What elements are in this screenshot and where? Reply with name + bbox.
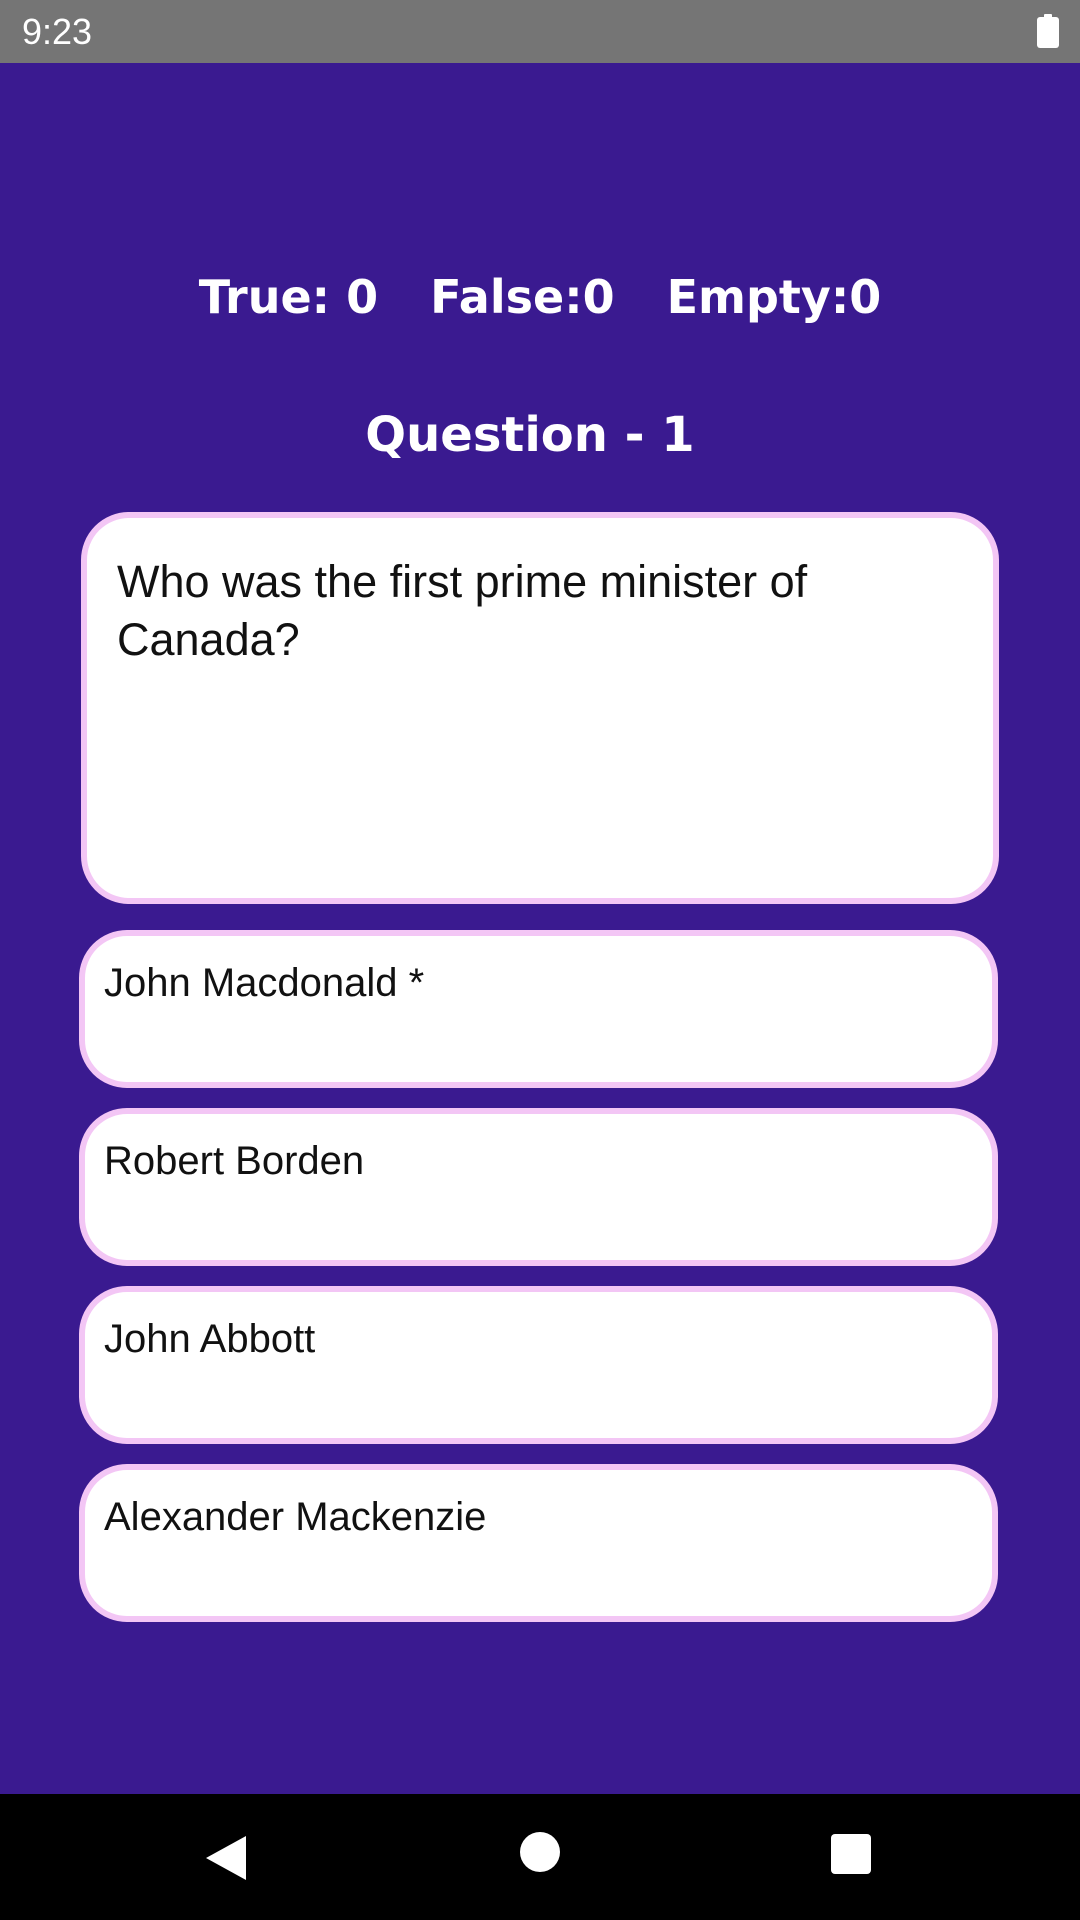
home-circle-icon[interactable] [520,1832,560,1872]
question-text: Who was the first prime minister of Cana… [117,556,808,665]
answer-option-label: John Macdonald * [104,961,425,1005]
quiz-screen: 9:23 True: 0 False:0 Empty:0 Question - 1 … [0,0,1080,1920]
answer-option-label: Robert Borden [104,1139,365,1183]
question-card: Who was the first prime minister of Cana… [81,512,999,904]
status-time: 9:23 [22,11,93,52]
question-number: Question - 1 [365,407,695,463]
answer-option-label: Alexander Mackenzie [104,1495,487,1539]
false-count: False:0 [430,270,615,324]
status-bar: 9:23 [0,0,1080,63]
empty-count: Empty:0 [666,270,882,324]
answer-option-4[interactable]: Alexander Mackenzie [79,1464,998,1622]
answer-option-3[interactable]: John Abbott [79,1286,998,1444]
answer-option-1[interactable]: John Macdonald * [79,930,998,1088]
answer-option-label: John Abbott [104,1317,316,1361]
recents-square-icon[interactable] [831,1834,871,1874]
back-triangle-icon[interactable] [204,1834,250,1882]
true-count: True: 0 [198,270,379,324]
answer-option-2[interactable]: Robert Borden [79,1108,998,1266]
battery-icon [1037,14,1059,48]
navigation-bar [0,1794,1080,1920]
score-row: True: 0 False:0 Empty:0 [0,262,1080,332]
